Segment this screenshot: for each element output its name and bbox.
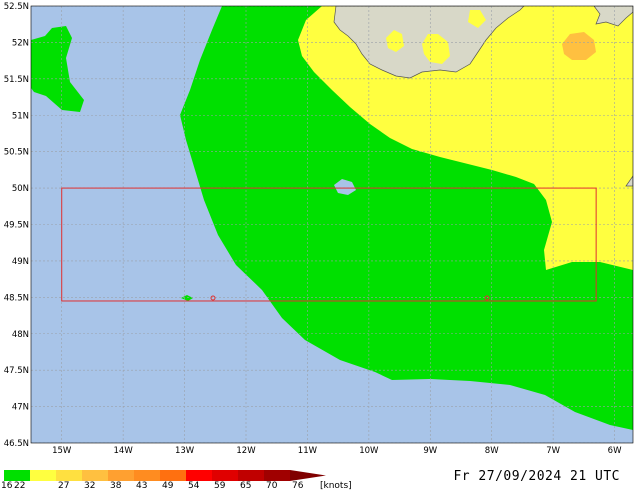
legend-swatch — [264, 470, 290, 481]
lat-tick-label: 50.5N — [4, 148, 29, 158]
lon-tick-label: 9W — [423, 446, 437, 456]
lon-tick-label: 7W — [546, 446, 560, 456]
lat-tick-label: 47N — [12, 403, 29, 413]
lon-tick-label: 12W — [236, 446, 256, 456]
lon-tick-label: 11W — [298, 446, 318, 456]
legend-label: 49 — [162, 481, 174, 490]
lat-tick-label: 51N — [12, 111, 29, 121]
legend-label: 43 — [136, 481, 147, 490]
lat-tick-label: 47.5N — [4, 366, 29, 376]
legend-swatch — [186, 470, 212, 481]
lon-tick-label: 13W — [175, 446, 195, 456]
legend-swatch — [4, 470, 30, 481]
forecast-timestamp: Fr 27/09/2024 21 UTC — [453, 469, 620, 484]
lat-tick-label: 49.5N — [4, 221, 29, 231]
legend-label: 76 — [292, 481, 304, 490]
lon-tick-label: 14W — [114, 446, 134, 456]
legend-swatch — [56, 470, 82, 481]
legend-label: 54 — [188, 481, 200, 490]
lat-tick-label: 52N — [12, 38, 29, 48]
legend-unit: [knots] — [320, 481, 352, 490]
lat-tick-label: 46.5N — [4, 439, 29, 449]
legend-label: 16 — [1, 481, 13, 490]
legend-label: 38 — [110, 481, 122, 490]
wind-legend: 16 22 27 32 38 43 49 54 59 65 70 76 [knots] — [1, 470, 352, 490]
wind-map: 52.5N 52N 51.5N 51N 50.5N 50N 49.5N 49N 48.5N 48N… — [1, 2, 634, 490]
legend-swatch — [212, 470, 238, 481]
lat-tick-label: 48N — [12, 330, 29, 340]
legend-label: 70 — [266, 481, 278, 490]
legend-label: 27 — [58, 481, 69, 490]
legend-label: 22 — [14, 481, 25, 490]
legend-label: 65 — [240, 481, 251, 490]
legend-swatch — [108, 470, 134, 481]
latitude-labels: 52.5N 52N 51.5N 51N 50.5N 50N 49.5N 49N 48.5N 48N… — [4, 2, 29, 449]
lat-tick-label: 48.5N — [4, 293, 29, 303]
legend-arrow — [290, 470, 326, 481]
legend-label: 32 — [84, 481, 95, 490]
lon-tick-label: 6W — [608, 446, 622, 456]
lon-tick-label: 8W — [485, 446, 499, 456]
longitude-labels: 15W 14W 13W 12W 11W 10W 9W 8W 7W 6W — [52, 446, 622, 456]
lat-tick-label: 49N — [12, 257, 29, 267]
legend-swatch — [160, 470, 186, 481]
legend-swatch — [82, 470, 108, 481]
legend-swatch — [238, 470, 264, 481]
legend-swatch — [30, 470, 56, 481]
legend-swatch — [134, 470, 160, 481]
legend-label: 59 — [214, 481, 226, 490]
lon-tick-label: 10W — [359, 446, 379, 456]
lat-tick-label: 51.5N — [4, 75, 29, 85]
lon-tick-label: 15W — [52, 446, 72, 456]
lat-tick-label: 52.5N — [4, 2, 29, 12]
lat-tick-label: 50N — [12, 184, 29, 194]
